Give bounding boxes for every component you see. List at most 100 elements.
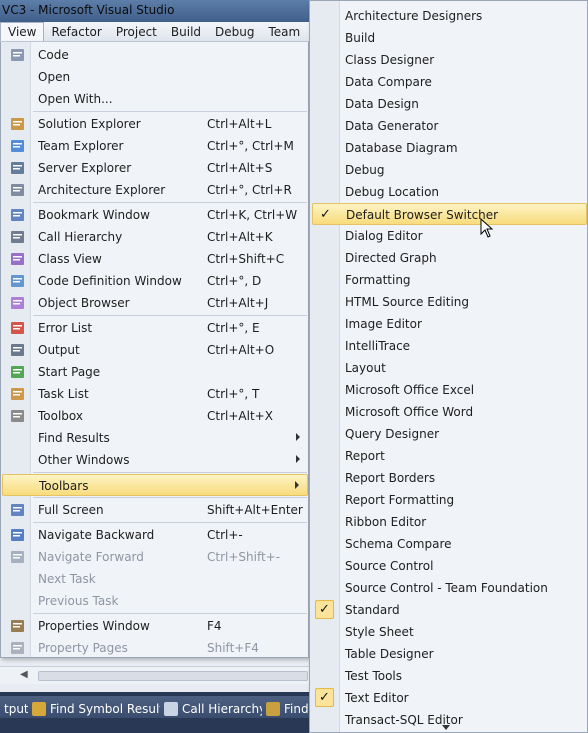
- toolbar-item-intellitrace[interactable]: IntelliTrace: [312, 335, 587, 357]
- view-menu-item-server-explorer[interactable]: Server Explorer Ctrl+Alt+S: [2, 157, 308, 179]
- toolbar-item-label: Debug: [345, 163, 385, 177]
- menu-item-label: Open: [38, 70, 71, 84]
- binoculars-icon: [266, 701, 280, 716]
- menu-item-shortcut: Shift+F4: [207, 641, 259, 655]
- view-menu-item-code-definition-window[interactable]: Code Definition Window Ctrl+°, D: [2, 270, 308, 292]
- view-menu-item-start-page[interactable]: Start Page: [2, 361, 308, 383]
- toolbar-item-build[interactable]: Build: [312, 27, 587, 49]
- code-definition-icon: [10, 274, 25, 288]
- view-menu-item-error-list[interactable]: Error List Ctrl+°, E: [2, 317, 308, 339]
- menu-item-label: Object Browser: [38, 296, 130, 310]
- toolbar-item-label: Build: [345, 31, 376, 45]
- menu-separator: [33, 497, 307, 498]
- toolbar-item-architecture-designers[interactable]: Architecture Designers: [312, 5, 587, 27]
- toolbar-item-table-designer[interactable]: Table Designer: [312, 643, 587, 665]
- server-explorer-icon: [10, 161, 25, 175]
- view-menu-item-other-windows[interactable]: Other Windows: [2, 449, 308, 471]
- toolbar-item-test-tools[interactable]: Test Tools: [312, 665, 587, 687]
- view-menu-item-call-hierarchy[interactable]: Call Hierarchy Ctrl+Alt+K: [2, 226, 308, 248]
- toolbar-item-style-sheet[interactable]: Style Sheet: [312, 621, 587, 643]
- menu-item-shortcut: Ctrl+Alt+O: [207, 343, 275, 357]
- check-icon: ✓: [315, 600, 334, 619]
- toolbar-item-source-control-team-foundation[interactable]: Source Control - Team Foundation: [312, 577, 587, 599]
- view-menu-item-toolbars[interactable]: Toolbars: [2, 474, 308, 496]
- toolbar-item-report-formatting[interactable]: Report Formatting: [312, 489, 587, 511]
- toolbar-item-default-browser-switcher[interactable]: ✓ Default Browser Switcher: [312, 203, 587, 225]
- toolbar-item-html-source-editing[interactable]: HTML Source Editing: [312, 291, 587, 313]
- view-menu-item-open-with[interactable]: Open With...: [2, 88, 308, 110]
- menu-item-label: Call Hierarchy: [38, 230, 123, 244]
- scrollbar-thumb[interactable]: [38, 671, 308, 681]
- toolbar-item-label: Transact-SQL Editor: [345, 713, 463, 727]
- view-menu-item-open[interactable]: Open: [2, 66, 308, 88]
- menu-refactor[interactable]: Refactor: [44, 23, 108, 41]
- toolbar-item-data-generator[interactable]: Data Generator: [312, 115, 587, 137]
- tab-call-hierarchy[interactable]: Call Hierarchy: [160, 696, 273, 718]
- view-menu-item-task-list[interactable]: Task List Ctrl+°, T: [2, 383, 308, 405]
- toolbar-item-microsoft-office-word[interactable]: Microsoft Office Word: [312, 401, 587, 423]
- toolbar-item-class-designer[interactable]: Class Designer: [312, 49, 587, 71]
- menu-separator: [33, 315, 307, 316]
- toolbar-item-debug-location[interactable]: Debug Location: [312, 181, 587, 203]
- toolbar-item-microsoft-office-excel[interactable]: Microsoft Office Excel: [312, 379, 587, 401]
- view-menu-item-code[interactable]: Code: [2, 44, 308, 66]
- toolbar-item-dialog-editor[interactable]: Dialog Editor: [312, 225, 587, 247]
- toolbar-item-transact-sql-editor[interactable]: Transact-SQL Editor: [312, 709, 587, 731]
- toolbar-item-standard[interactable]: ✓ Standard: [312, 599, 587, 621]
- object-browser-icon: [10, 296, 25, 310]
- menu-project[interactable]: Project: [109, 23, 164, 41]
- toolbar-item-label: Microsoft Office Word: [345, 405, 474, 419]
- toolbar-item-directed-graph[interactable]: Directed Graph: [312, 247, 587, 269]
- menu-debug[interactable]: Debug: [208, 23, 261, 41]
- menu-item-label: Other Windows: [38, 453, 130, 467]
- toolbar-item-debug[interactable]: Debug: [312, 159, 587, 181]
- toolbar-item-formatting[interactable]: Formatting: [312, 269, 587, 291]
- menu-item-shortcut: Ctrl+Shift+-: [207, 550, 281, 564]
- view-menu-item-navigate-backward[interactable]: Navigate Backward Ctrl+-: [2, 524, 308, 546]
- menu-team[interactable]: Team: [261, 23, 307, 41]
- tab-find-symbol-results[interactable]: Find Symbol Results: [28, 696, 177, 718]
- scroll-left-icon[interactable]: ◀: [20, 669, 28, 680]
- menu-build[interactable]: Build: [164, 23, 208, 41]
- view-menu-item-bookmark-window[interactable]: Bookmark Window Ctrl+K, Ctrl+W: [2, 204, 308, 226]
- tab-find[interactable]: Find: [262, 696, 315, 718]
- view-menu-item-output[interactable]: Output Ctrl+Alt+O: [2, 339, 308, 361]
- code-icon: [10, 48, 25, 62]
- toolbar-item-ribbon-editor[interactable]: Ribbon Editor: [312, 511, 587, 533]
- toolbar-item-database-diagram[interactable]: Database Diagram: [312, 137, 587, 159]
- view-menu-item-properties-window[interactable]: Properties Window F4: [2, 615, 308, 637]
- toolbar-item-layout[interactable]: Layout: [312, 357, 587, 379]
- property-pages-icon: [10, 641, 25, 655]
- view-menu-item-object-browser[interactable]: Object Browser Ctrl+Alt+J: [2, 292, 308, 314]
- view-menu-item-team-explorer[interactable]: Team Explorer Ctrl+°, Ctrl+M: [2, 135, 308, 157]
- toolbar-item-query-designer[interactable]: Query Designer: [312, 423, 587, 445]
- toolbar-item-data-design[interactable]: Data Design: [312, 93, 587, 115]
- menu-item-label: Start Page: [38, 365, 101, 379]
- horizontal-scrollbar[interactable]: ◀: [0, 666, 310, 684]
- toolbar-item-label: Microsoft Office Excel: [345, 383, 475, 397]
- toolbar-item-data-compare[interactable]: Data Compare: [312, 71, 587, 93]
- find-symbol-icon: [32, 701, 46, 716]
- menu-item-label: Output: [38, 343, 80, 357]
- class-view-icon: [10, 252, 25, 266]
- view-menu-item-architecture-explorer[interactable]: Architecture Explorer Ctrl+°, Ctrl+R: [2, 179, 308, 201]
- menu-view[interactable]: View: [0, 22, 45, 41]
- toolbar-item-report[interactable]: Report: [312, 445, 587, 467]
- menu-item-label: Solution Explorer: [38, 117, 141, 131]
- toolbar-item-report-borders[interactable]: Report Borders: [312, 467, 587, 489]
- menu-item-shortcut: Ctrl+K, Ctrl+W: [207, 208, 298, 222]
- toolbar-item-schema-compare[interactable]: Schema Compare: [312, 533, 587, 555]
- toolbar-item-label: Data Generator: [345, 119, 439, 133]
- menu-item-shortcut: F4: [207, 619, 222, 633]
- view-menu-item-full-screen[interactable]: Full Screen Shift+Alt+Enter: [2, 499, 308, 521]
- view-menu-item-find-results[interactable]: Find Results: [2, 427, 308, 449]
- call-hierarchy-icon: [10, 230, 25, 244]
- view-menu-item-class-view[interactable]: Class View Ctrl+Shift+C: [2, 248, 308, 270]
- view-menu-item-solution-explorer[interactable]: Solution Explorer Ctrl+Alt+L: [2, 113, 308, 135]
- view-menu-item-toolbox[interactable]: Toolbox Ctrl+Alt+X: [2, 405, 308, 427]
- view-menu: Code Open Open With... Solution Explorer Ctr…: [0, 42, 309, 658]
- toolbar-item-text-editor[interactable]: ✓ Text Editor: [312, 687, 587, 709]
- toolbar-item-image-editor[interactable]: Image Editor: [312, 313, 587, 335]
- menu-item-label: Toolbox: [38, 409, 83, 423]
- toolbar-item-source-control[interactable]: Source Control: [312, 555, 587, 577]
